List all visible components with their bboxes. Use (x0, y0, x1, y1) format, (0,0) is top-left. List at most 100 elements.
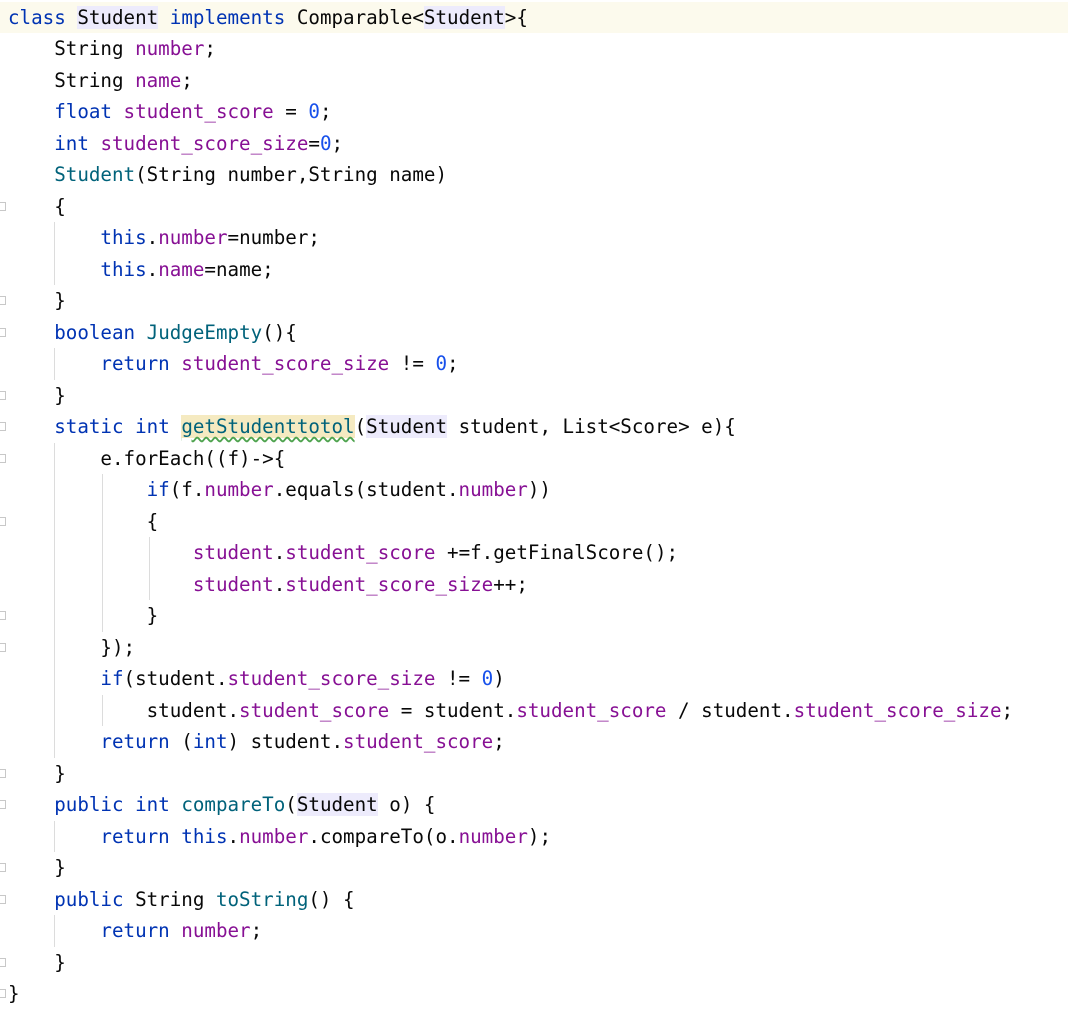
code-token: .compareTo(o. (308, 824, 459, 848)
fold-icon[interactable] (0, 800, 6, 809)
code-token: { (8, 509, 159, 533)
code-line[interactable]: this.name=name; (0, 254, 1068, 286)
code-token: != (435, 667, 482, 690)
code-line[interactable]: student.student_score_size++; (0, 569, 1068, 601)
code-line[interactable]: String name; (0, 65, 1068, 97)
code-line[interactable]: return number; (0, 915, 1068, 947)
code-token: . (273, 572, 286, 596)
code-line[interactable]: return (int) student.student_score; (0, 726, 1068, 758)
fold-icon[interactable] (0, 768, 6, 778)
fold-icon[interactable] (0, 516, 6, 526)
code-token: student (192, 572, 274, 596)
code-token: compareTo (181, 793, 286, 816)
code-token: float (54, 100, 112, 123)
code-token: 0 (319, 131, 332, 155)
code-token: public (54, 887, 124, 911)
code-line[interactable]: return student_score_size != 0; (0, 348, 1068, 380)
code-token: = (273, 100, 309, 123)
fold-icon[interactable] (0, 863, 6, 872)
code-line[interactable]: } (0, 758, 1068, 790)
code-token: ; (493, 730, 505, 753)
code-text: } (8, 852, 66, 884)
fold-icon[interactable] (0, 611, 6, 620)
code-line[interactable]: e.forEach((f)->{ (0, 443, 1068, 475)
fold-icon[interactable] (0, 642, 6, 652)
fold-icon[interactable] (0, 957, 6, 967)
code-text: student.student_score_size++; (8, 569, 528, 601)
code-line[interactable]: } (0, 978, 1068, 1010)
code-text: String name; (8, 65, 193, 97)
code-token: . (146, 257, 159, 281)
code-line[interactable]: if(student.student_score_size != 0) (0, 663, 1068, 695)
code-token: 0 (481, 667, 494, 690)
indent-guide (101, 474, 103, 632)
code-token: =name; (204, 257, 274, 281)
code-line[interactable]: } (0, 600, 1068, 632)
code-line[interactable]: static int getStudenttotol(Student stude… (0, 411, 1068, 443)
code-line[interactable]: public String toString() { (0, 884, 1068, 916)
fold-icon[interactable] (0, 327, 6, 337)
code-line[interactable]: student.student_score = student.student_… (0, 695, 1068, 727)
fold-icon[interactable] (0, 894, 6, 904)
code-line[interactable]: if(f.number.equals(student.number)) (0, 474, 1068, 506)
code-token: student_score (343, 730, 494, 753)
code-line[interactable]: }); (0, 632, 1068, 664)
code-text: } (8, 285, 66, 317)
fold-icon[interactable] (0, 989, 6, 998)
code-text: } (8, 600, 159, 632)
code-line[interactable]: boolean JudgeEmpty(){ (0, 317, 1068, 349)
code-line[interactable]: } (0, 285, 1068, 317)
code-token: student_score (123, 100, 274, 123)
code-text: { (8, 191, 66, 223)
code-line[interactable]: } (0, 852, 1068, 884)
code-token: =number; (227, 226, 320, 249)
fold-icon[interactable] (0, 201, 6, 211)
code-token: return (100, 919, 170, 942)
code-line[interactable]: Student(String number,String name) (0, 159, 1068, 191)
code-token: this (100, 257, 147, 281)
code-line[interactable]: int student_score_size=0; (0, 128, 1068, 160)
code-token: student_score_size (285, 572, 494, 596)
fold-icon[interactable] (0, 422, 6, 431)
code-token: ) student. (227, 730, 344, 753)
code-line[interactable]: this.number=number; (0, 222, 1068, 254)
code-text: String number; (8, 33, 216, 65)
code-line[interactable]: { (0, 191, 1068, 223)
code-token: toString (215, 887, 309, 911)
code-token: this (181, 824, 228, 848)
code-line[interactable]: { (0, 506, 1068, 538)
code-text: } (8, 947, 66, 979)
code-text: return student_score_size != 0; (8, 348, 458, 380)
code-token: number (204, 478, 274, 501)
fold-icon[interactable] (0, 390, 6, 400)
code-token: (student. (123, 667, 228, 690)
code-text: public int compareTo(Student o) { (8, 789, 435, 821)
fold-icon[interactable] (0, 296, 6, 305)
code-line[interactable]: class Student implements Comparable<Stud… (0, 1, 1068, 33)
code-token: number (458, 478, 528, 501)
code-line[interactable]: } (0, 380, 1068, 412)
indent-guide (149, 537, 151, 600)
code-token: = (308, 131, 320, 155)
code-text: boolean JudgeEmpty(){ (8, 317, 297, 349)
code-token: ( (354, 415, 367, 438)
code-token: this (100, 226, 147, 249)
code-token: } (8, 761, 66, 785)
code-line[interactable]: return this.number.compareTo(o.number); (0, 821, 1068, 853)
code-token: != (389, 352, 436, 375)
code-text: return number; (8, 915, 262, 947)
code-line[interactable]: student.student_score +=f.getFinalScore(… (0, 537, 1068, 569)
code-line[interactable]: float student_score = 0; (0, 96, 1068, 128)
code-line[interactable]: } (0, 947, 1068, 979)
fold-icon[interactable] (0, 453, 6, 463)
code-token: 0 (308, 100, 320, 123)
code-line[interactable]: public int compareTo(Student o) { (0, 789, 1068, 821)
code-text: student.student_score +=f.getFinalScore(… (8, 537, 678, 569)
code-token: ; (331, 131, 344, 155)
code-text: static int getStudenttotol(Student stude… (8, 411, 736, 443)
code-editor[interactable]: class Student implements Comparable<Stud… (0, 0, 1068, 1013)
code-line[interactable]: String number; (0, 33, 1068, 65)
